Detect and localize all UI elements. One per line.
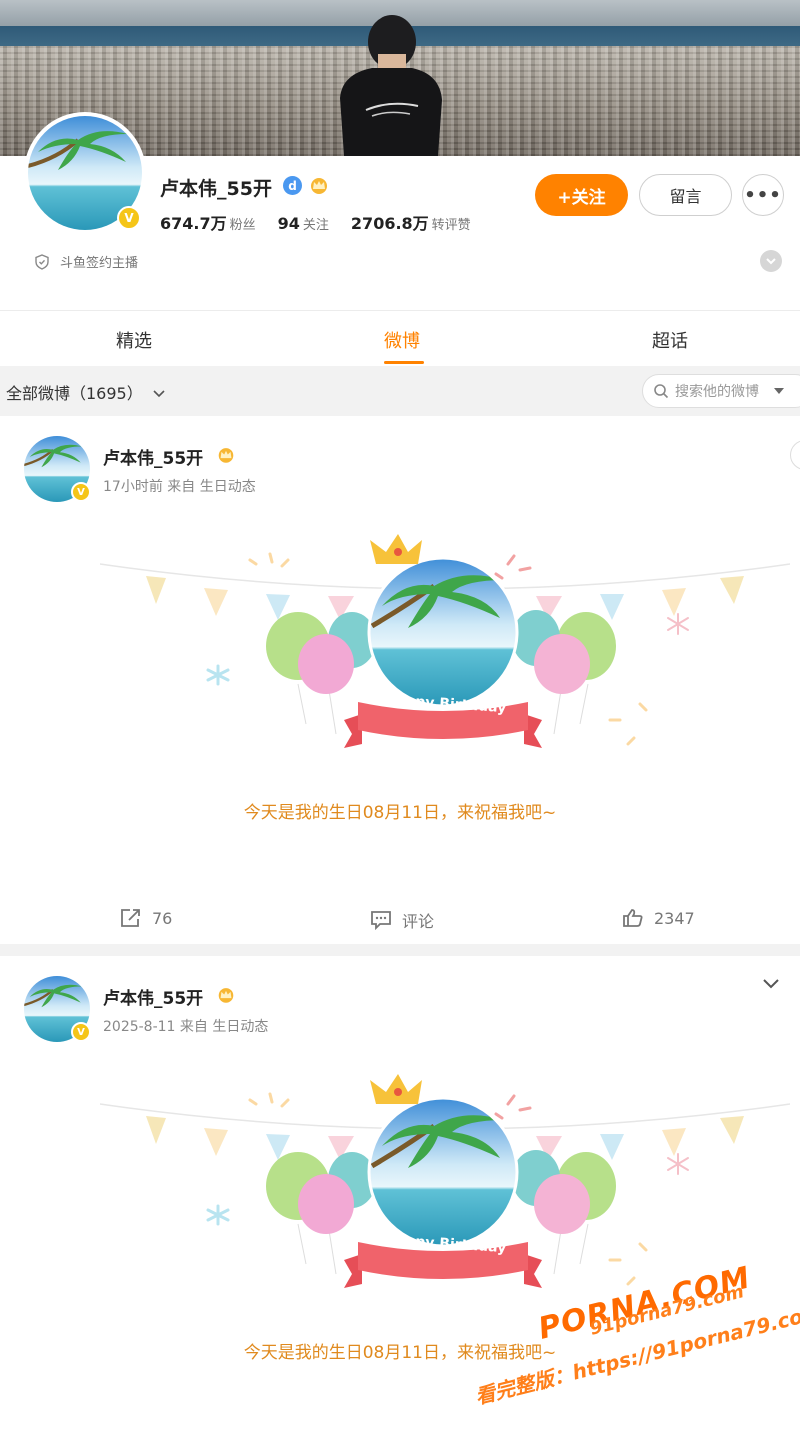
post-menu-button[interactable] bbox=[762, 974, 780, 995]
like-count: 2347 bbox=[654, 908, 695, 928]
crown-icon bbox=[218, 448, 234, 463]
post-meta: 2025-8-11 来自 生日动态 bbox=[103, 1019, 269, 1035]
comment-button[interactable]: 评论 bbox=[370, 908, 434, 932]
search-placeholder: 搜索他的微博 bbox=[675, 384, 759, 400]
post-card[interactable]: V 卢本伟_55开 2025-8-11 来自 生日动态 Happy Birthd… bbox=[0, 956, 800, 1437]
post-corner-button[interactable] bbox=[790, 440, 800, 470]
message-button[interactable]: 留言 bbox=[639, 174, 732, 216]
birthday-card-image bbox=[100, 534, 790, 748]
profile-name: 卢本伟_55开 bbox=[160, 178, 272, 200]
shield-icon bbox=[35, 253, 49, 270]
profile-stats: 674.7万 粉丝 94 关注 2706.8万 转评赞 bbox=[160, 210, 493, 234]
chevron-down-icon bbox=[766, 258, 776, 265]
following-count[interactable]: 94 bbox=[278, 214, 300, 233]
all-posts-filter-label: 全部微博（1695） bbox=[6, 384, 143, 403]
more-options-button[interactable]: ••• bbox=[742, 174, 784, 216]
crown-icon bbox=[311, 178, 327, 194]
verified-gold-badge-icon: V bbox=[117, 206, 141, 230]
post-meta: 17小时前 来自 生日动态 bbox=[103, 479, 256, 495]
search-input[interactable]: 搜索他的微博 bbox=[642, 374, 800, 408]
followers-count[interactable]: 674.7万 bbox=[160, 210, 227, 234]
active-tab-indicator bbox=[384, 361, 424, 364]
crown-icon bbox=[218, 988, 234, 1003]
search-icon bbox=[654, 384, 669, 399]
post-actions: 76 评论 2347 bbox=[0, 900, 800, 940]
dropdown-arrow-icon bbox=[774, 388, 784, 394]
reposts-likes-label: 转评赞 bbox=[431, 218, 471, 233]
repost-button[interactable]: 76 bbox=[120, 908, 172, 928]
post-author-name[interactable]: 卢本伟_55开 bbox=[103, 984, 203, 1009]
like-button[interactable]: 2347 bbox=[622, 908, 695, 928]
post-separator bbox=[0, 944, 800, 956]
repost-icon bbox=[121, 909, 140, 927]
followers-label: 粉丝 bbox=[229, 218, 256, 233]
tab-featured[interactable]: 精选 bbox=[116, 327, 152, 353]
repost-count: 76 bbox=[152, 908, 173, 928]
birthday-card-image bbox=[100, 1074, 790, 1288]
like-icon bbox=[623, 909, 643, 927]
tab-weibo[interactable]: 微博 bbox=[384, 327, 420, 353]
verification-text: 斗鱼签约主播 bbox=[60, 256, 139, 271]
banner-person bbox=[340, 15, 442, 156]
comment-icon bbox=[371, 911, 391, 930]
verified-gold-badge-icon: V bbox=[71, 1022, 91, 1042]
following-label: 关注 bbox=[302, 218, 329, 233]
follow-button[interactable]: +关注 bbox=[535, 174, 628, 216]
reposts-likes-count: 2706.8万 bbox=[350, 214, 429, 233]
post-text: 今天是我的生日08月11日，来祝福我吧~ bbox=[243, 803, 557, 823]
post-author-name[interactable]: 卢本伟_55开 bbox=[103, 444, 203, 469]
chevron-down-icon bbox=[763, 979, 779, 989]
expand-profile-button[interactable] bbox=[760, 250, 782, 272]
tab-super-topic[interactable]: 超话 bbox=[652, 327, 688, 353]
verification-info: 斗鱼签约主播 bbox=[34, 252, 138, 271]
chevron-down-icon bbox=[153, 390, 165, 398]
post-card[interactable]: V 卢本伟_55开 17小时前 来自 生日动态 Happy Birthday 今… bbox=[0, 416, 800, 944]
all-posts-filter[interactable]: 全部微博（1695） bbox=[6, 380, 166, 404]
profile-tabs: 精选 微博 超话 bbox=[0, 310, 800, 366]
verified-gold-badge-icon: V bbox=[71, 482, 91, 502]
comment-label: 评论 bbox=[402, 912, 435, 931]
filter-bar: 全部微博（1695） 搜索他的微博 bbox=[0, 366, 800, 416]
verified-icon: d bbox=[283, 176, 302, 195]
